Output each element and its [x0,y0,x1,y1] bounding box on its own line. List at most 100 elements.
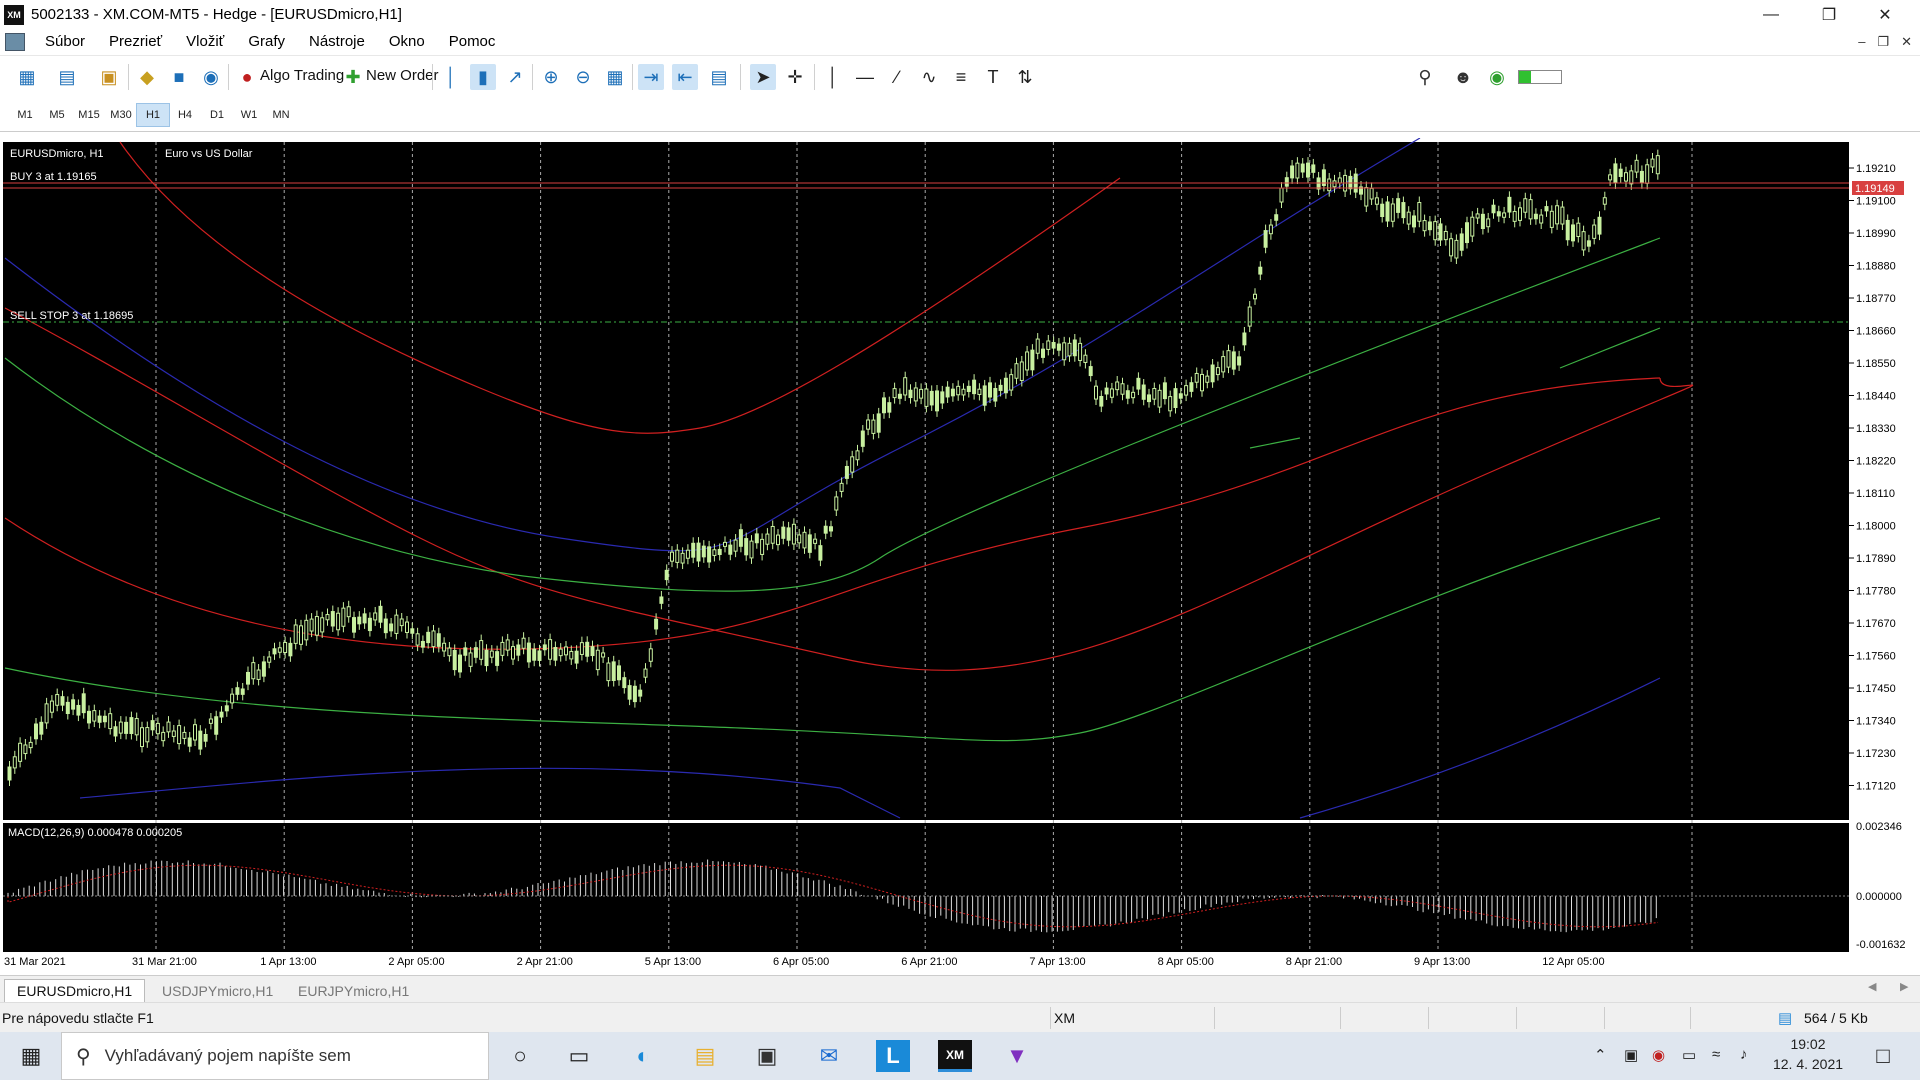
chart-window[interactable]: 1.19210 1.19100 1.18990 1.18880 1.18770 1.186… [0,138,1920,975]
auto-scroll-icon[interactable]: ⇥ [638,64,664,90]
menu-window[interactable]: Okno [379,33,439,50]
tf-m15[interactable]: M15 [72,103,106,127]
restore-icon[interactable]: ❐ [1806,0,1852,29]
menu-file[interactable]: Súbor [35,33,99,50]
tf-m1[interactable]: M1 [8,103,42,127]
tf-h4[interactable]: H4 [168,103,202,127]
toolbox-icon[interactable]: ■ [166,64,192,90]
wifi-icon[interactable]: ≈ [1712,1046,1720,1063]
tf-m5[interactable]: M5 [40,103,74,127]
chart-shift-icon[interactable]: ⇤ [672,64,698,90]
time-label: 7 Apr 13:00 [1029,956,1085,968]
candle-body [844,465,849,479]
candle-body [145,727,150,743]
taskbar-search[interactable]: ⚲ Vyhľadávaný pojem napíšte sem [61,1032,489,1080]
tray-chevron-icon[interactable]: ⌃ [1594,1046,1607,1064]
candle-body [198,730,203,750]
tf-m30[interactable]: M30 [104,103,138,127]
candle-body [378,605,383,623]
text-icon[interactable]: T [980,64,1006,90]
vpn-app-icon[interactable]: ▼ [1000,1040,1034,1072]
minimize-icon[interactable]: — [1748,0,1794,29]
fibonacci-icon[interactable]: ≡ [948,64,974,90]
candle-body [1496,211,1501,217]
candle-body [511,646,515,660]
candle-body [1178,393,1183,399]
edge-icon[interactable]: ◐ [626,1040,660,1072]
algo-trading-icon[interactable]: ● [234,64,260,90]
tab-scroll-left-icon[interactable]: ◀ [1868,980,1876,993]
elliott-wave-icon[interactable]: ∿ [916,64,942,90]
price-chart[interactable]: 1.19210 1.19100 1.18990 1.18880 1.18770 1.186… [0,138,1920,975]
menu-view[interactable]: Prezrieť [99,33,176,50]
algo-trading-button[interactable]: Algo Trading [260,67,344,84]
candle-body [1072,339,1077,357]
tab-usdjpymicro[interactable]: USDJPYmicro,H1 [150,979,285,1002]
mdi-close-icon[interactable]: ✕ [1901,34,1912,50]
arrows-icon[interactable]: ⇅ [1012,64,1038,90]
zoom-in-icon[interactable]: ⊕ [538,64,564,90]
menu-help[interactable]: Pomoc [439,33,510,50]
new-order-button[interactable]: New Order [366,67,439,84]
menu-charts[interactable]: Grafy [238,33,299,50]
menu-insert[interactable]: Vložiť [176,33,238,50]
tab-scroll-right-icon[interactable]: ▶ [1900,980,1908,993]
chart-window-icon[interactable] [5,32,25,51]
lvl-icon[interactable]: ◉ [1484,64,1510,90]
mail-icon[interactable]: ✉ [812,1040,846,1072]
profiles-icon[interactable]: ▤ [54,64,80,90]
mdi-restore-icon[interactable]: ❐ [1877,34,1889,50]
file-explorer-icon[interactable]: ▤ [688,1040,722,1072]
clock[interactable]: 19:02 12. 4. 2021 [1772,1036,1844,1072]
signals-icon[interactable]: ◉ [198,64,224,90]
volume-icon[interactable]: ♪ [1740,1046,1748,1063]
timeframe-bar: M1 M5 M15 M30 H1 H4 D1 W1 MN [0,98,1920,132]
close-icon[interactable]: ✕ [1862,0,1908,29]
navigator-icon[interactable]: ◆ [134,64,160,90]
market-watch-icon[interactable]: ▣ [96,64,122,90]
tray-meet-icon[interactable]: ▣ [1624,1046,1638,1064]
vertical-line-icon[interactable]: │ [820,64,846,90]
new-chart-icon[interactable]: ▦ [14,64,40,90]
tab-eurjpymicro[interactable]: EURJPYmicro,H1 [286,979,421,1002]
tile-windows-icon[interactable]: ▦ [602,64,628,90]
battery-icon[interactable]: ▭ [1682,1046,1696,1064]
account-icon[interactable]: ☻ [1450,64,1476,90]
tray-security-icon[interactable]: ◉ [1652,1046,1665,1064]
candle-body [1523,198,1528,213]
candle-body [929,390,934,406]
tf-h1[interactable]: H1 [136,103,170,127]
indicators-icon[interactable]: ▤ [706,64,732,90]
l-app-icon[interactable]: L [876,1040,910,1072]
search-icon[interactable]: ⚲ [1412,64,1438,90]
windows-start-icon[interactable]: ▦ [14,1040,48,1072]
tab-eurusdmicro[interactable]: EURUSDmicro,H1 [4,979,146,1002]
candlestick-chart-icon[interactable]: ▮ [470,64,496,90]
tf-mn[interactable]: MN [264,103,298,127]
new-order-icon[interactable]: ✚ [340,64,366,90]
trend-line-icon[interactable]: ∕ [884,64,910,90]
xm-taskbar-icon[interactable]: XM [938,1040,972,1072]
candle-body [267,656,272,663]
candle-body [1655,155,1660,175]
task-view-icon[interactable]: ▭ [562,1040,596,1072]
horizontal-line-icon[interactable]: — [852,64,878,90]
time-label: 8 Apr 05:00 [1158,956,1214,968]
tf-d1[interactable]: D1 [200,103,234,127]
zoom-out-icon[interactable]: ⊖ [570,64,596,90]
candle-body [1597,216,1602,235]
candle-body [230,693,235,704]
bar-chart-icon[interactable]: │ [438,64,464,90]
cursor-icon[interactable]: ➤ [750,64,776,90]
menu-tools[interactable]: Nástroje [299,33,379,50]
line-chart-icon[interactable]: ↗ [502,64,528,90]
candle-body [1104,387,1109,395]
store-icon[interactable]: ▣ [750,1040,784,1072]
cortana-icon[interactable]: ○ [503,1040,537,1072]
mdi-minimize-icon[interactable]: – [1858,34,1865,49]
candle-body [55,694,60,706]
tf-w1[interactable]: W1 [232,103,266,127]
notifications-icon[interactable]: □ [1866,1040,1900,1072]
candle-body [516,644,521,656]
crosshair-icon[interactable]: ✛ [782,64,808,90]
